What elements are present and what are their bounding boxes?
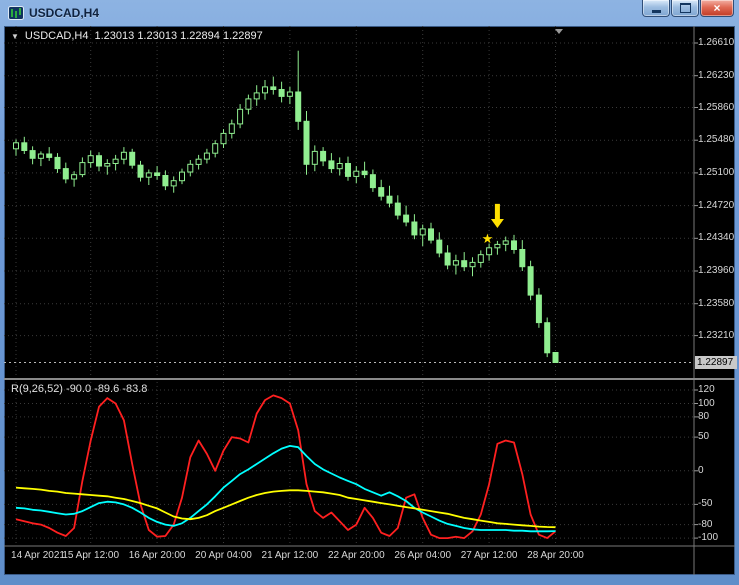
minimize-button[interactable] (642, 0, 670, 17)
chevron-down-icon[interactable]: ▼ (11, 32, 19, 41)
signal-down-arrow-icon (490, 203, 504, 228)
time-axis-label: 28 Apr 20:00 (527, 550, 584, 561)
minimize-icon (651, 10, 661, 13)
time-axis-label: 15 Apr 12:00 (62, 550, 120, 561)
chart-shift-icon (555, 29, 563, 34)
maximize-button[interactable] (671, 0, 699, 17)
indicator-label: R(9,26,52) -90.0 -89.6 -83.8 (11, 383, 148, 395)
chart-header: ▼ USDCAD,H4 1.23013 1.23013 1.22894 1.22… (11, 30, 263, 42)
chart-ohlc-values: 1.23013 1.23013 1.22894 1.22897 (94, 30, 263, 42)
time-axis[interactable]: 14 Apr 2021 15 Apr 12:00 16 Apr 20:00 20 Ap… (4, 547, 735, 575)
chart-app-icon (8, 6, 24, 20)
current-price-tag: 1.22897 (695, 355, 737, 369)
close-button[interactable]: × (700, 0, 734, 17)
pane-divider (4, 378, 735, 380)
time-axis-label: 21 Apr 12:00 (261, 550, 319, 561)
window-controls: × (642, 0, 734, 17)
time-axis-label: 14 Apr 2021 (11, 550, 65, 561)
time-axis-label: 22 Apr 20:00 (327, 550, 385, 561)
chart-window: ★ ▼ USDCAD,H4 1.23013 1.23013 1.22894 1.… (4, 26, 737, 575)
chart-symbol-label: USDCAD,H4 (24, 30, 89, 42)
signal-star-icon: ★ (482, 232, 494, 247)
time-axis-label: 20 Apr 04:00 (195, 550, 252, 561)
app-window: USDCAD,H4 × ★ ▼ USDCAD,H4 1.23013 1.2301… (0, 0, 739, 585)
time-axis-label: 26 Apr 04:00 (394, 550, 452, 561)
chart-canvas[interactable]: ★ (4, 26, 735, 580)
maximize-icon (679, 3, 691, 13)
close-icon: × (713, 1, 721, 15)
window-title: USDCAD,H4 (29, 6, 100, 20)
title-bar[interactable]: USDCAD,H4 × (4, 0, 735, 26)
time-axis-label: 27 Apr 12:00 (460, 550, 518, 561)
time-axis-label: 16 Apr 20:00 (128, 550, 186, 561)
